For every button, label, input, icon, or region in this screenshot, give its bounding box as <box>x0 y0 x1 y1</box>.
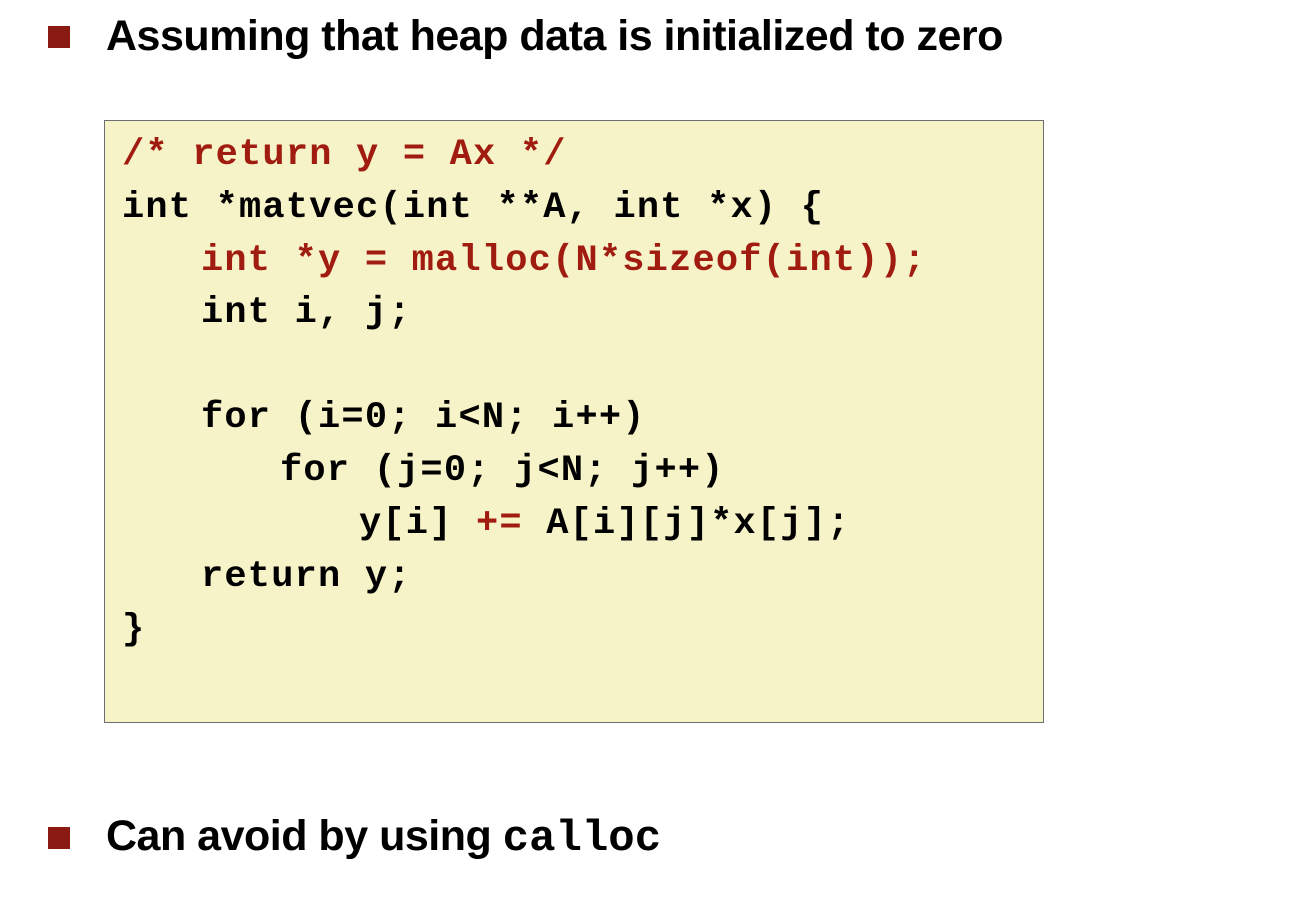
bullet-calloc-tip: Can avoid by using calloc <box>48 812 661 864</box>
code-accumulate-target: y[i] <box>359 503 477 545</box>
code-closing-brace: } <box>122 609 146 651</box>
code-malloc-line: int *y = malloc(N*sizeof(int)); <box>201 240 927 282</box>
code-accumulate-expression: A[i][j]*x[j]; <box>522 503 851 545</box>
bullet-text-prefix: Can avoid by using <box>106 812 503 860</box>
code-block: /* return y = Ax */ int *matvec(int **A,… <box>104 120 1044 723</box>
code-function-signature: int *matvec(int **A, int *x) { <box>122 187 825 229</box>
code-accumulate-operator: += <box>476 503 523 545</box>
code-inner-loop: for (j=0; j<N; j++) <box>280 450 725 492</box>
bullet-text: Assuming that heap data is initialized t… <box>106 12 1003 60</box>
bullet-code-calloc: calloc <box>502 814 662 864</box>
code-accumulate-line: y[i] += A[i][j]*x[j]; <box>122 498 851 550</box>
bullet-heap-assumption: Assuming that heap data is initialized t… <box>48 12 1003 61</box>
code-outer-loop: for (i=0; i<N; i++) <box>201 397 646 439</box>
bullet-square-icon <box>48 827 70 849</box>
code-return: return y; <box>201 556 412 598</box>
code-declare-indices: int i, j; <box>201 292 412 334</box>
code-comment: /* return y = Ax */ <box>122 134 567 176</box>
bullet-text: Can avoid by using calloc <box>106 812 661 864</box>
bullet-square-icon <box>48 25 70 48</box>
